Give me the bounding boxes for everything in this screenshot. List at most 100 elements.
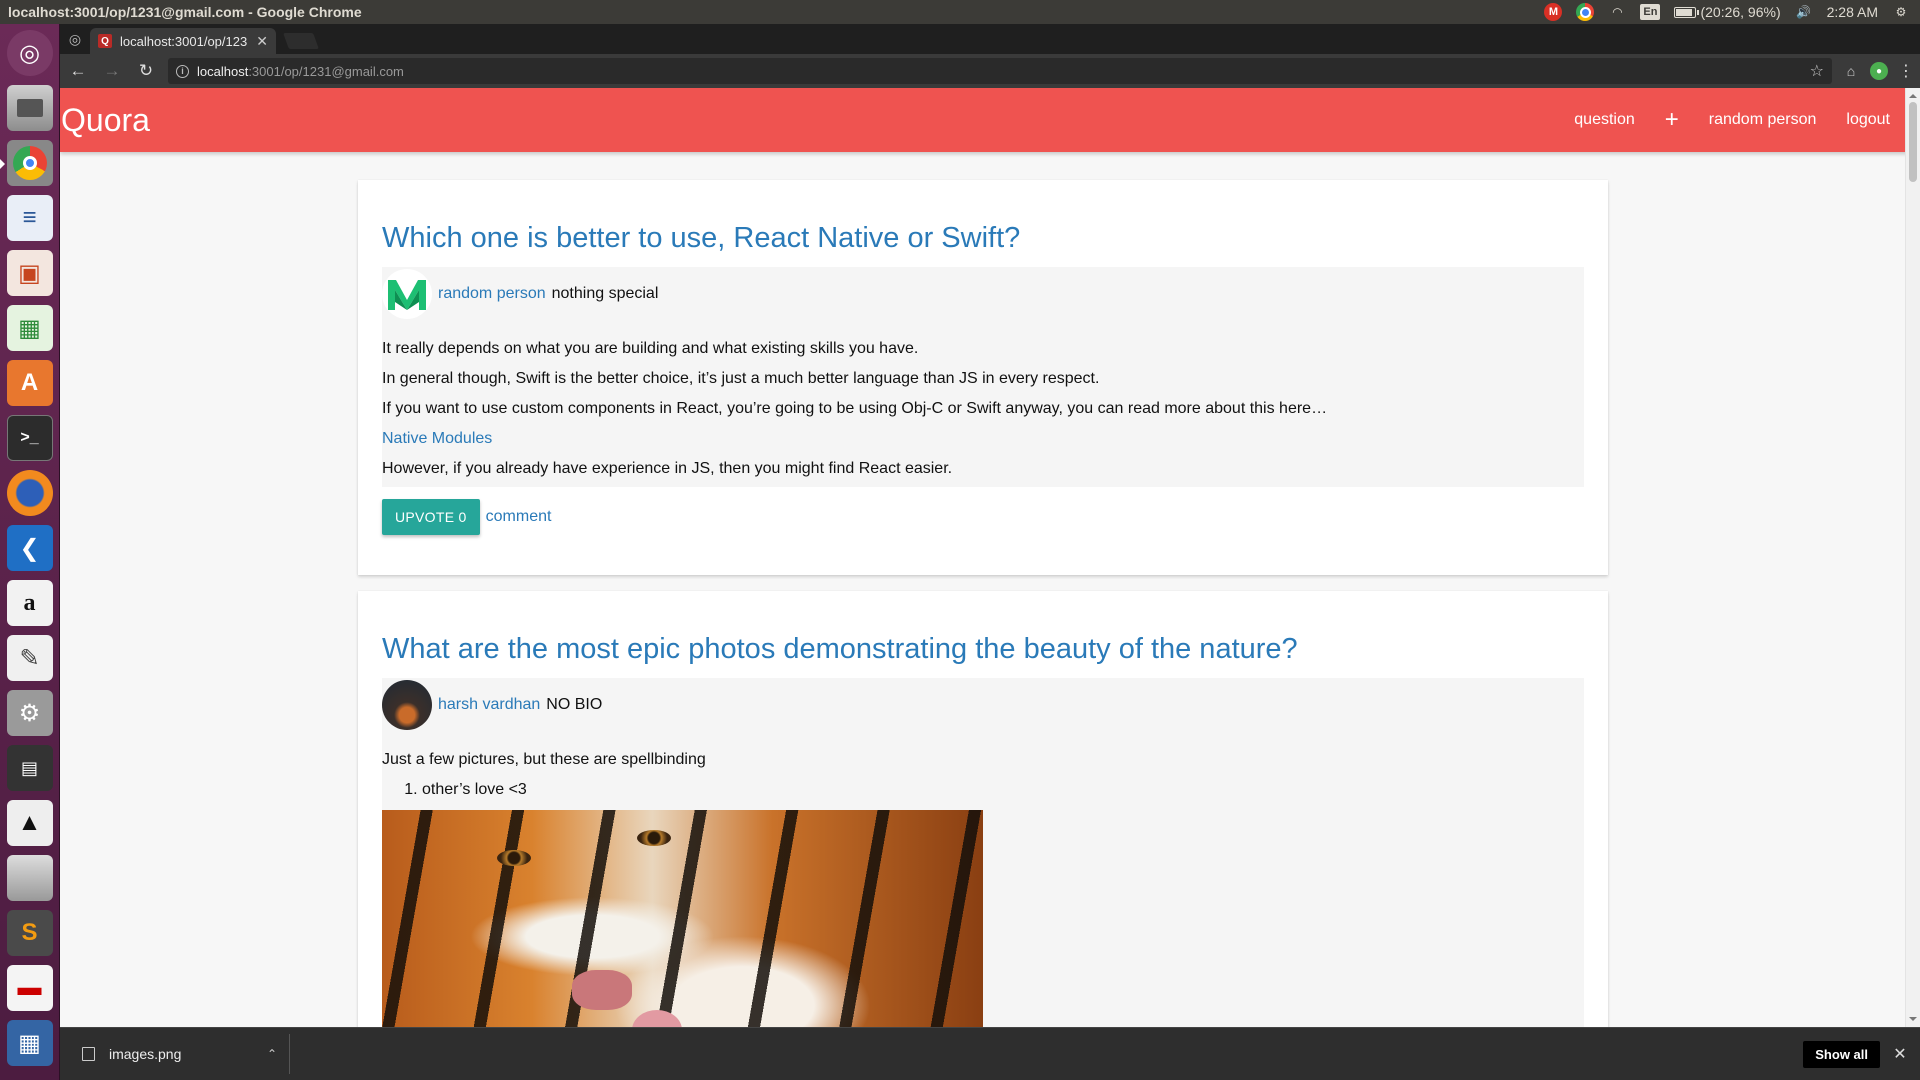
answer-body: It really depends on what you are buildi… (382, 319, 1584, 479)
inkscape-icon[interactable]: ▲ (6, 800, 53, 846)
author-row: harsh vardhan NO BIO (382, 678, 1584, 730)
sublime-text-icon[interactable]: S (6, 910, 53, 956)
chrome-menu-icon[interactable]: ⋮ (1898, 61, 1914, 81)
close-tab-icon[interactable]: ✕ (256, 33, 268, 50)
window-title: localhost:3001/op/1231@gmail.com - Googl… (8, 4, 362, 20)
tiger-eye (637, 830, 671, 846)
native-modules-link[interactable]: Native Modules (382, 430, 492, 447)
incognito-icon[interactable]: ◎ (60, 24, 90, 54)
site-info-icon[interactable]: i (176, 64, 189, 78)
keyboard-layout-indicator[interactable]: En (1640, 4, 1661, 20)
vscode-icon[interactable]: ❮ (6, 525, 53, 571)
show-all-button[interactable]: Show all (1803, 1040, 1880, 1068)
brand-logo[interactable]: Quora (60, 102, 150, 139)
firefox-icon[interactable] (6, 470, 53, 516)
bookmark-star-icon[interactable]: ☆ (1810, 61, 1824, 81)
downloads-bar: images.png ⌃ Show all ✕ (60, 1027, 1920, 1080)
avatar (382, 269, 432, 319)
battery-icon (1674, 6, 1700, 18)
scroll-down-icon[interactable] (1909, 1017, 1917, 1025)
author-name-link[interactable]: random person (438, 285, 546, 303)
question-card: What are the most epic photos demonstrat… (358, 591, 1608, 1027)
clock[interactable]: 2:28 AM (1827, 4, 1878, 20)
author-name-link[interactable]: harsh vardhan (438, 696, 540, 714)
text-editor-icon[interactable]: ✎ (6, 635, 53, 681)
software-center-icon[interactable]: A (6, 360, 53, 406)
download-file-name: images.png (109, 1046, 182, 1062)
ubuntu-dash-icon[interactable]: ◎ (6, 30, 53, 76)
nav-logout-link[interactable]: logout (1831, 111, 1905, 129)
answer-actions: UPVOTE 0 comment (382, 499, 1584, 535)
upvote-button[interactable]: UPVOTE 0 (382, 499, 480, 535)
scroll-thumb[interactable] (1909, 102, 1917, 182)
new-tab-button[interactable] (283, 33, 319, 49)
page-scrollbar[interactable] (1905, 88, 1920, 1027)
browser-toolbar: ← → ↻ i localhost:3001/op/1231@gmail.com… (60, 54, 1920, 88)
battery-text: (20:26, 96%) (1700, 4, 1781, 20)
settings-gear-icon[interactable]: ⚙ (1892, 3, 1910, 21)
libreoffice-impress-icon[interactable]: ▣ (6, 250, 53, 296)
comment-link[interactable]: comment (486, 508, 552, 526)
question-title-link[interactable]: Which one is better to use, React Native… (382, 222, 1584, 255)
answer-paragraph: However, if you already have experience … (382, 460, 953, 477)
extension-home-icon[interactable]: ⌂ (1842, 62, 1860, 80)
medium-logo-icon (388, 280, 426, 310)
feed: Which one is better to use, React Native… (358, 180, 1608, 1027)
system-settings-icon[interactable]: ⚙ (6, 690, 53, 736)
wifi-icon[interactable]: ◠ (1608, 3, 1626, 21)
files-icon[interactable] (6, 85, 53, 131)
answer-paragraph: If you want to use custom components in … (382, 400, 1328, 417)
question-card: Which one is better to use, React Native… (358, 180, 1608, 575)
nav-question-link[interactable]: question (1559, 111, 1650, 129)
page-viewport: Quora question + random person logout Wh… (60, 88, 1920, 1027)
gmail-notifier-icon[interactable]: M (1544, 3, 1563, 21)
answer-list: other’s love <3 (382, 780, 1584, 800)
download-item[interactable]: images.png ⌃ (60, 1034, 290, 1074)
extension-green-icon[interactable]: ● (1870, 62, 1888, 80)
video-editor-icon[interactable]: ▤ (6, 745, 53, 791)
ubuntu-launcher: ◎ ≡ ▣ ▦ A >_ ❮ a ✎ ⚙ ▤ ▲ S ▬ ▦ (0, 24, 60, 1080)
scroll-up-icon[interactable] (1909, 90, 1917, 98)
chrome-indicator-icon[interactable] (1576, 3, 1595, 21)
terminal-icon[interactable]: >_ (6, 415, 53, 461)
chrome-window: ◎ Q localhost:3001/op/1231@gmail.com ✕ ←… (60, 24, 1920, 1080)
answer-body: Just a few pictures, but these are spell… (382, 730, 1584, 1027)
author-bio: NO BIO (546, 696, 603, 713)
nav-profile-link[interactable]: random person (1694, 111, 1832, 129)
url-text: localhost:3001/op/1231@gmail.com (197, 64, 404, 79)
drive-icon[interactable]: ▬ (6, 965, 53, 1011)
tab-title: localhost:3001/op/1231@gmail.com (120, 33, 248, 49)
reload-icon[interactable]: ↻ (134, 59, 158, 83)
chevron-up-icon[interactable]: ⌃ (267, 1047, 277, 1061)
url-path: :3001/op/1231@gmail.com (248, 63, 404, 79)
system-top-panel: localhost:3001/op/1231@gmail.com - Googl… (0, 0, 1920, 24)
back-arrow-icon[interactable]: ← (66, 59, 90, 83)
nav-links: question + random person logout (1559, 106, 1920, 134)
tiger-tongue (632, 1010, 682, 1027)
author-row: random person nothing special (382, 267, 1584, 319)
chrome-icon[interactable] (0, 140, 53, 186)
volume-icon[interactable]: 🔊 (1795, 3, 1813, 21)
amazon-icon[interactable]: a (6, 580, 53, 626)
tiger-nose (572, 970, 632, 1010)
tab-active[interactable]: Q localhost:3001/op/1231@gmail.com ✕ (90, 28, 276, 54)
nav-add-question-button[interactable]: + (1650, 106, 1694, 134)
forward-arrow-icon[interactable]: → (100, 59, 124, 83)
close-icon[interactable]: ✕ (1880, 1044, 1920, 1064)
site-navbar: Quora question + random person logout (60, 88, 1920, 152)
address-bar[interactable]: i localhost:3001/op/1231@gmail.com ☆ (168, 58, 1832, 84)
author-bio: nothing special (551, 285, 659, 302)
workspace-switcher-icon[interactable]: ▦ (6, 1020, 53, 1066)
tab-strip: ◎ Q localhost:3001/op/1231@gmail.com ✕ (60, 24, 1920, 54)
answer: harsh vardhan NO BIO Just a few pictures… (382, 678, 1584, 1027)
url-host: localhost (197, 63, 249, 79)
battery-indicator[interactable]: (20:26, 96%) (1674, 4, 1781, 20)
answer-paragraph: Just a few pictures, but these are spell… (382, 751, 706, 768)
disk-icon[interactable] (6, 855, 53, 901)
libreoffice-calc-icon[interactable]: ▦ (6, 305, 53, 351)
answer-paragraph: It really depends on what you are buildi… (382, 340, 919, 357)
answer: random person nothing special It really … (382, 267, 1584, 487)
question-title-link[interactable]: What are the most epic photos demonstrat… (382, 633, 1584, 666)
file-icon (82, 1047, 95, 1061)
libreoffice-writer-icon[interactable]: ≡ (6, 195, 53, 241)
